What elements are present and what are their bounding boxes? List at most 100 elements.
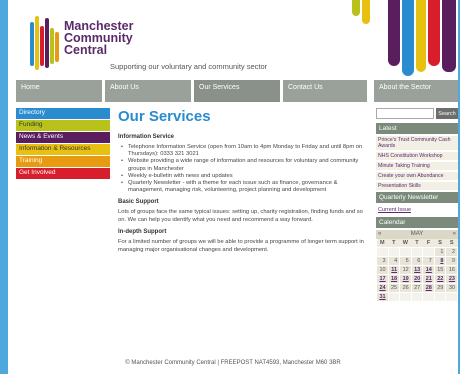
calendar-empty-cell <box>410 246 424 257</box>
weekday-label: W <box>399 239 412 247</box>
calendar-week-row: 31 <box>376 291 458 302</box>
calendar-event-day[interactable]: 17 <box>376 273 389 284</box>
calendar-month-label: MAY <box>410 231 424 237</box>
calendar-event-day[interactable]: 13 <box>410 264 424 275</box>
calendar-empty-cell <box>445 291 458 302</box>
basic-support-heading: Basic Support <box>118 199 159 206</box>
menu-item-funding[interactable]: Funding <box>16 120 110 131</box>
calendar-prev-month-icon[interactable]: « <box>378 230 381 239</box>
information-service-heading: Information Service <box>118 134 175 140</box>
search-button[interactable]: Search <box>436 108 458 119</box>
calendar-day: 30 <box>445 282 458 293</box>
calendar-empty-cell <box>399 291 412 302</box>
calendar-empty-cell <box>387 246 401 257</box>
calendar-week-row: 12 <box>376 246 458 257</box>
nav-about-us[interactable]: About Us <box>105 80 191 102</box>
page-title: Our Services <box>118 108 211 125</box>
site-logo[interactable]: Manchester Community Central <box>64 20 133 57</box>
calendar-empty-cell <box>422 291 435 302</box>
calendar-grid: M T W T F S S 1 2 3 4 5 6 7 8 9 10 11 12 13 14 15 16 17 1… <box>376 239 458 302</box>
calendar-empty-cell <box>433 291 447 302</box>
logo-mark[interactable] <box>28 14 59 70</box>
nav-our-services[interactable]: Our Services <box>194 80 280 102</box>
page: Manchester Community Central Supporting … <box>8 0 458 374</box>
latest-item[interactable]: Minute Taking Training <box>376 162 458 170</box>
calendar-day: 25 <box>387 282 401 293</box>
calendar-empty-cell <box>422 246 435 257</box>
latest-item[interactable]: Create your own Abundance <box>376 172 458 180</box>
calendar-week-row: 10 11 12 13 14 15 16 <box>376 264 458 275</box>
nav-contact-us[interactable]: Contact Us <box>283 80 367 102</box>
calendar-event-day[interactable]: 21 <box>422 273 435 284</box>
calendar-empty-cell <box>376 246 389 257</box>
calendar-day: 1 <box>433 246 447 257</box>
in-depth-support-heading: In-depth Support <box>118 229 167 236</box>
logo-line-3: Central <box>64 43 108 57</box>
calendar-day: 6 <box>410 255 424 266</box>
calendar-day: 9 <box>445 255 458 266</box>
latest-item[interactable]: NHS Constitution Workshop <box>376 152 458 160</box>
calendar-week-row: 17 18 19 20 21 22 23 <box>376 273 458 284</box>
list-item: Website providing a wide range of inform… <box>118 158 368 172</box>
current-issue-link[interactable]: Current Issue <box>376 205 458 217</box>
calendar-event-day[interactable]: 24 <box>376 282 389 293</box>
calendar-empty-cell <box>410 291 424 302</box>
basic-support-text: Lots of groups face the same typical iss… <box>118 209 363 223</box>
nav-about-the-sector[interactable]: About the Sector <box>374 80 458 102</box>
calendar-event-day[interactable]: 11 <box>387 264 401 275</box>
weekday-label: S <box>445 239 458 247</box>
calendar-event-day[interactable]: 14 <box>422 264 435 275</box>
calendar-day: 27 <box>410 282 424 293</box>
calendar-empty-cell <box>387 291 401 302</box>
calendar-event-day[interactable]: 28 <box>422 282 435 293</box>
weekday-label: T <box>411 239 423 247</box>
decorative-stripes <box>352 0 458 80</box>
latest-item[interactable]: Presentation Skills <box>376 182 458 190</box>
calendar-event-day[interactable]: 20 <box>410 273 424 284</box>
nav-home[interactable]: Home <box>16 80 102 102</box>
latest-heading: Latest <box>376 123 458 134</box>
calendar-week-row: 3456789 <box>376 255 458 266</box>
newsletter-heading: Quarterly Newsletter <box>376 192 458 203</box>
calendar-days: 1 2 3 4 5 6 7 8 9 10 11 12 13 14 15 16 17 18 19 20 21 22 23 24 2… <box>376 246 458 302</box>
main-navigation: Home About Us Our Services Contact Us Ab… <box>16 80 458 102</box>
search-form: Search <box>376 108 458 119</box>
main-content: Our Services Information Service Telepho… <box>118 108 368 254</box>
search-input[interactable] <box>376 108 434 119</box>
calendar-month-bar: « MAY » <box>376 230 458 239</box>
section-menu: Directory Funding News & Events Informat… <box>16 108 110 180</box>
calendar-empty-cell <box>399 246 412 257</box>
calendar-event-day[interactable]: 8 <box>433 255 447 266</box>
calendar-day: 29 <box>433 282 447 293</box>
weekday-label: M <box>376 239 389 247</box>
menu-item-get-involved[interactable]: Get Involved <box>16 168 110 179</box>
calendar-weekday-row: M T W T F S S <box>376 239 458 247</box>
latest-item[interactable]: Prince's Trust Community Cash Awards <box>376 136 458 150</box>
calendar-week-row: 24 25 26 27 28 29 30 <box>376 282 458 293</box>
menu-item-directory[interactable]: Directory <box>16 108 110 119</box>
calendar-day: 26 <box>399 282 412 293</box>
calendar-event-day[interactable]: 23 <box>445 273 458 284</box>
menu-item-news-events[interactable]: News & Events <box>16 132 110 143</box>
calendar-day: 4 <box>387 255 401 266</box>
in-depth-support-text: For a limited number of groups we will b… <box>118 239 364 253</box>
calendar-next-month-icon[interactable]: » <box>453 230 456 239</box>
weekday-label: S <box>434 239 446 247</box>
calendar-event-day[interactable]: 18 <box>387 273 401 284</box>
tagline: Supporting our voluntary and community s… <box>110 62 268 71</box>
calendar-day: 2 <box>445 246 458 257</box>
calendar-event-day[interactable]: 31 <box>376 291 389 302</box>
weekday-label: F <box>422 239 435 247</box>
menu-item-training[interactable]: Training <box>16 156 110 167</box>
calendar-day: 5 <box>399 255 412 266</box>
calendar-day: 3 <box>376 255 389 266</box>
information-service-list: Telephone Information Service (open from… <box>118 144 368 194</box>
calendar-event-day[interactable]: 19 <box>399 273 412 284</box>
list-item: Telephone Information Service (open from… <box>118 144 368 158</box>
menu-item-information-resources[interactable]: Information & Resources <box>16 144 110 155</box>
calendar-day: 7 <box>422 255 435 266</box>
weekday-label: T <box>388 239 400 247</box>
calendar-day: 16 <box>445 264 458 275</box>
footer: © Manchester Community Central | FREEPOS… <box>125 360 341 366</box>
calendar-event-day[interactable]: 22 <box>433 273 447 284</box>
